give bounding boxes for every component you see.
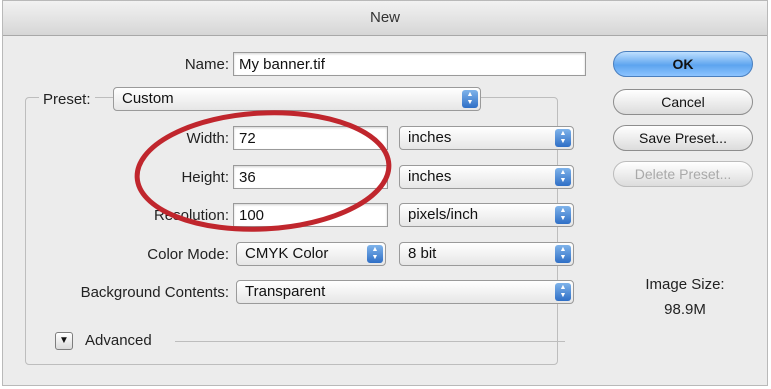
preset-label: Preset: <box>39 91 95 108</box>
select-arrows-icon: ▲ ▼ <box>555 168 571 186</box>
select-arrows-icon: ▲ ▼ <box>462 90 478 108</box>
new-document-dialog: New Name: Preset: Custom ▲▼ Width: inche… <box>2 0 768 386</box>
color-mode-label: Color Mode: <box>147 246 229 263</box>
select-arrows-icon: ▲ ▼ <box>555 129 571 147</box>
select-arrows-icon: ▲ ▼ <box>367 245 383 263</box>
select-arrows-icon: ▲ ▼ <box>555 245 571 263</box>
name-field[interactable] <box>233 52 586 76</box>
cancel-button[interactable]: Cancel <box>613 89 753 115</box>
color-mode-value: CMYK Color <box>245 245 329 262</box>
resolution-unit-value: pixels/inch <box>408 206 479 223</box>
height-unit-select[interactable]: inches ▲ ▼ <box>399 165 574 189</box>
background-contents-label: Background Contents: <box>80 284 229 301</box>
bit-depth-value: 8 bit <box>408 245 437 262</box>
delete-preset-button[interactable]: Delete Preset... <box>613 161 753 187</box>
width-unit-value: inches <box>408 129 452 146</box>
ok-button[interactable]: OK <box>613 51 753 77</box>
annotation-ellipse <box>134 110 392 232</box>
height-unit-value: inches <box>408 168 452 185</box>
bit-depth-select[interactable]: 8 bit ▲ ▼ <box>399 242 574 266</box>
background-contents-select[interactable]: Transparent ▲ ▼ <box>236 280 574 304</box>
name-label: Name: <box>184 56 229 73</box>
select-arrows-icon: ▲ ▼ <box>555 206 571 224</box>
background-contents-value: Transparent <box>245 283 326 300</box>
advanced-label: Advanced <box>85 332 152 349</box>
save-preset-button[interactable]: Save Preset... <box>613 125 753 151</box>
resolution-unit-select[interactable]: pixels/inch ▲ ▼ <box>399 203 574 227</box>
width-unit-select[interactable]: inches ▲ ▼ <box>399 126 574 150</box>
color-mode-select[interactable]: CMYK Color ▲ ▼ <box>236 242 386 266</box>
dialog-title: New <box>3 1 767 36</box>
preset-select-value: Custom <box>122 90 174 107</box>
advanced-disclosure-triangle-icon[interactable]: ▼ <box>55 332 73 350</box>
select-arrows-icon: ▲ ▼ <box>555 283 571 301</box>
advanced-divider <box>175 341 565 342</box>
image-size-label: Image Size: <box>645 276 725 293</box>
image-size-value: 98.9M <box>664 301 706 318</box>
